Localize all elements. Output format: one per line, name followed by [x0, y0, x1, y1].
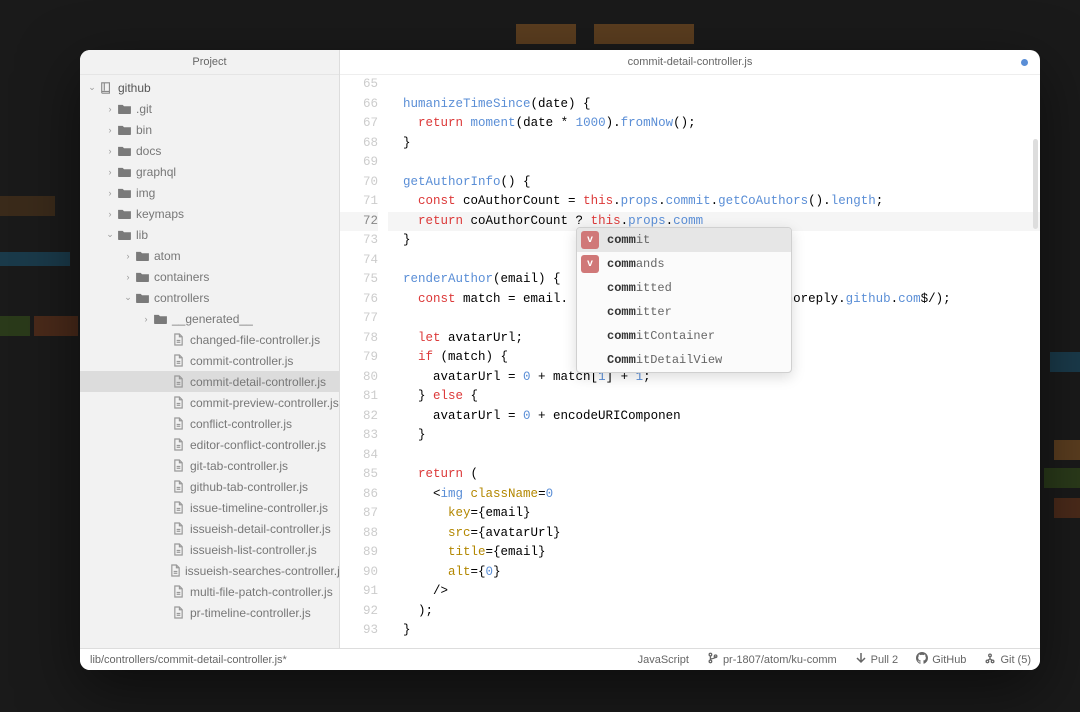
tree-folder[interactable]: .git — [80, 98, 339, 119]
tree-root[interactable]: github — [80, 77, 339, 98]
down-arrow-icon — [855, 652, 867, 667]
kind-badge: v — [581, 255, 599, 273]
file-tree[interactable]: github .gitbindocsgraphqlimgkeymapslib a… — [80, 75, 339, 648]
status-lang[interactable]: JavaScript — [629, 649, 698, 670]
file-icon — [170, 333, 186, 346]
autocomplete-item[interactable]: committer — [577, 300, 791, 324]
file-icon — [170, 417, 186, 430]
tree-folder[interactable]: controllers — [80, 287, 339, 308]
folder-icon — [116, 187, 132, 198]
folder-icon — [134, 271, 150, 282]
tree-folder[interactable]: bin — [80, 119, 339, 140]
file-icon — [170, 522, 186, 535]
folder-icon — [116, 124, 132, 135]
autocomplete-popup[interactable]: vcommitvcommandscommittedcommittercommit… — [576, 227, 792, 373]
status-git[interactable]: Git (5) — [975, 649, 1040, 670]
tree-folder[interactable]: atom — [80, 245, 339, 266]
folder-icon — [116, 103, 132, 114]
editor-window: Project github .gitbindocsgraphqlimgkeym… — [80, 50, 1040, 670]
status-pull[interactable]: Pull 2 — [846, 649, 908, 670]
sidebar-title: Project — [80, 50, 339, 75]
file-icon — [170, 501, 186, 514]
folder-icon — [134, 250, 150, 261]
tree-file[interactable]: conflict-controller.js — [80, 413, 339, 434]
tree-file[interactable]: issueish-detail-controller.js — [80, 518, 339, 539]
tree-file[interactable]: changed-file-controller.js — [80, 329, 339, 350]
tree-folder[interactable]: graphql — [80, 161, 339, 182]
autocomplete-item[interactable]: vcommands — [577, 252, 791, 276]
folder-icon — [116, 208, 132, 219]
code-editor[interactable]: 6566676869707172737475767778798081828384… — [340, 75, 1040, 648]
github-icon — [916, 652, 928, 667]
tree-folder[interactable]: keymaps — [80, 203, 339, 224]
file-icon — [170, 480, 186, 493]
editor-tab[interactable]: commit-detail-controller.js — [340, 50, 1040, 75]
folder-icon — [116, 229, 132, 240]
tree-folder[interactable]: containers — [80, 266, 339, 287]
file-icon — [170, 354, 186, 367]
file-icon — [170, 606, 186, 619]
tree-folder[interactable]: docs — [80, 140, 339, 161]
tree-file[interactable]: git-tab-controller.js — [80, 455, 339, 476]
folder-icon — [116, 166, 132, 177]
file-icon — [170, 375, 186, 388]
git-icon — [984, 652, 996, 667]
tree-file[interactable]: pr-timeline-controller.js — [80, 602, 339, 623]
editor-pane: commit-detail-controller.js 656667686970… — [340, 50, 1040, 648]
folder-icon — [152, 313, 168, 324]
scrollbar-thumb[interactable] — [1033, 139, 1038, 229]
tree-folder[interactable]: __generated__ — [80, 308, 339, 329]
project-sidebar: Project github .gitbindocsgraphqlimgkeym… — [80, 50, 340, 648]
file-icon — [170, 564, 181, 577]
status-bar: lib/controllers/commit-detail-controller… — [80, 648, 1040, 670]
tree-file[interactable]: issueish-list-controller.js — [80, 539, 339, 560]
status-branch[interactable]: pr-1807/atom/ku-comm — [698, 649, 846, 670]
folder-icon — [116, 145, 132, 156]
file-icon — [170, 396, 186, 409]
file-icon — [170, 543, 186, 556]
autocomplete-item[interactable]: CommitDetailView — [577, 348, 791, 372]
tree-folder[interactable]: lib — [80, 224, 339, 245]
kind-badge — [581, 279, 599, 297]
tree-file[interactable]: multi-file-patch-controller.js — [80, 581, 339, 602]
kind-badge: v — [581, 231, 599, 249]
autocomplete-item[interactable]: commitContainer — [577, 324, 791, 348]
tree-file[interactable]: commit-preview-controller.js — [80, 392, 339, 413]
branch-icon — [707, 652, 719, 667]
file-icon — [170, 438, 186, 451]
tree-file[interactable]: issue-timeline-controller.js — [80, 497, 339, 518]
tree-file[interactable]: editor-conflict-controller.js — [80, 434, 339, 455]
kind-badge — [581, 303, 599, 321]
autocomplete-item[interactable]: committed — [577, 276, 791, 300]
modified-indicator — [1021, 59, 1028, 66]
line-gutter: 6566676869707172737475767778798081828384… — [340, 75, 388, 648]
folder-icon — [134, 292, 150, 303]
status-github[interactable]: GitHub — [907, 649, 975, 670]
file-icon — [170, 585, 186, 598]
kind-badge — [581, 327, 599, 345]
repo-icon — [98, 81, 114, 95]
tree-folder[interactable]: img — [80, 182, 339, 203]
tree-file[interactable]: commit-controller.js — [80, 350, 339, 371]
file-icon — [170, 459, 186, 472]
kind-badge — [581, 351, 599, 369]
status-path[interactable]: lib/controllers/commit-detail-controller… — [80, 654, 629, 666]
autocomplete-item[interactable]: vcommit — [577, 228, 791, 252]
tree-file[interactable]: commit-detail-controller.js — [80, 371, 339, 392]
tree-file[interactable]: issueish-searches-controller.js — [80, 560, 339, 581]
tree-file[interactable]: github-tab-controller.js — [80, 476, 339, 497]
